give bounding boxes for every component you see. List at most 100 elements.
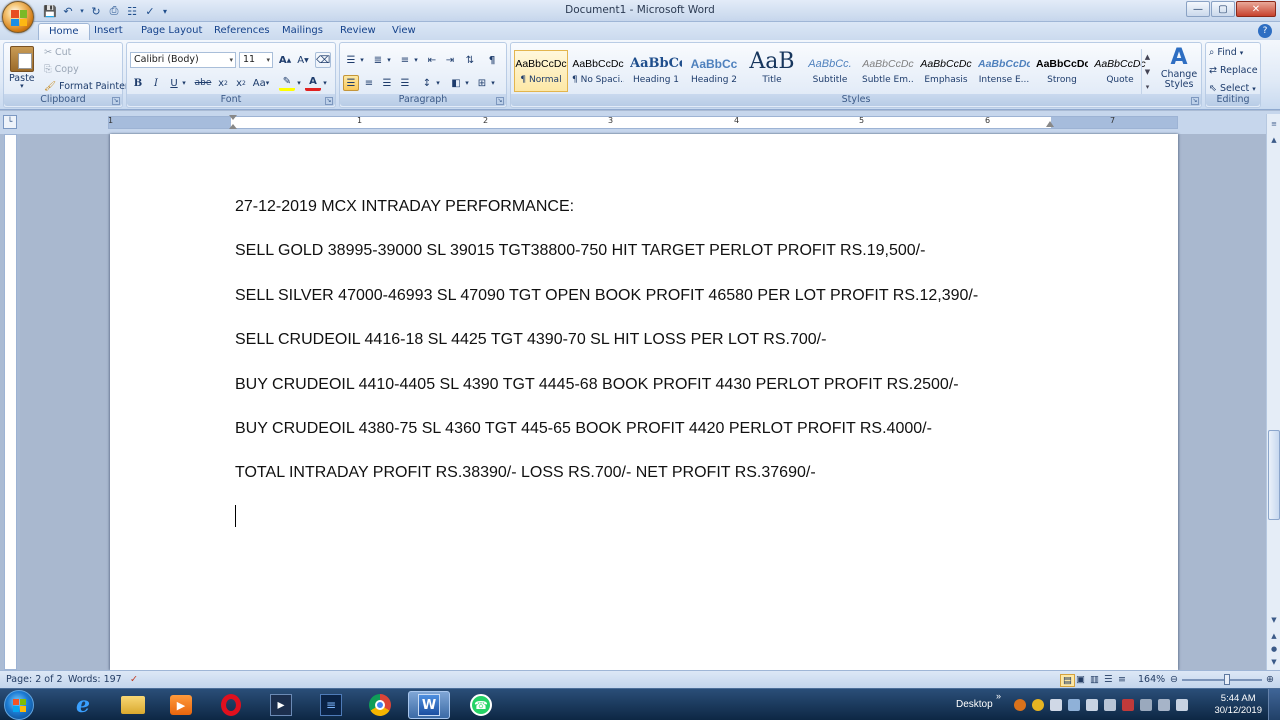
hanging-indent-marker[interactable]	[229, 124, 237, 129]
start-button[interactable]	[4, 690, 34, 720]
page-count[interactable]: Page: 2 of 2	[6, 674, 63, 685]
shading-icon[interactable]: ◧	[448, 75, 464, 91]
align-left-icon[interactable]: ☰	[343, 75, 359, 91]
styles-launcher-icon[interactable]: ↘	[1191, 97, 1199, 105]
document-page[interactable]: 27-12-2019 MCX INTRADAY PERFORMANCE: SEL…	[110, 134, 1178, 670]
borders-icon[interactable]: ⊞	[474, 75, 490, 91]
tab-references[interactable]: References	[204, 23, 280, 40]
bullets-icon[interactable]: ☰	[343, 52, 359, 68]
toolbar-expand-icon[interactable]: »	[996, 691, 1001, 701]
strikethrough-icon[interactable]: abe	[195, 75, 212, 91]
underline-dropdown-icon[interactable]: ▾	[180, 75, 188, 91]
vertical-scrollbar[interactable]: ≡ ▲ ▼ ▲ ● ▼	[1266, 114, 1280, 670]
style-normal[interactable]: AaBbCcDc ¶ Normal	[514, 50, 568, 92]
highlight-dropdown-icon[interactable]: ▾	[295, 75, 303, 91]
style-strong[interactable]: AaBbCcDc Strong	[1035, 50, 1089, 92]
style-heading-1[interactable]: AaBbCc Heading 1	[629, 50, 683, 92]
font-name-combo[interactable]: Calibri (Body) ▾	[130, 52, 236, 68]
word-count[interactable]: Words: 197	[68, 674, 122, 685]
show-desktop-button[interactable]	[1268, 689, 1280, 720]
first-line-indent-marker[interactable]	[229, 115, 237, 120]
style-subtle-emphasis[interactable]: AaBbCcDc Subtle Em...	[861, 50, 915, 92]
print-layout-view-icon[interactable]: ▤	[1060, 674, 1075, 687]
tray-app-icon[interactable]	[1032, 699, 1044, 711]
change-case-icon[interactable]: Aa ▾	[253, 75, 269, 91]
zoom-slider[interactable]	[1182, 679, 1262, 681]
office-button[interactable]	[2, 1, 34, 33]
replace-button[interactable]: ⇄ Replace	[1209, 65, 1258, 76]
ruler-toggle-icon[interactable]: ≡	[1268, 118, 1280, 130]
minimize-button[interactable]: —	[1186, 1, 1210, 17]
format-painter-button[interactable]: 🖌 Format Painter	[44, 81, 129, 92]
copy-button[interactable]: ⎘ Copy	[44, 64, 79, 75]
close-button[interactable]: ✕	[1236, 1, 1276, 17]
browse-object-icon[interactable]: ●	[1268, 643, 1280, 655]
styles-gallery-scroll[interactable]: ▲ ▼ ▾	[1141, 49, 1153, 95]
find-button[interactable]: ⌕ Find ▾	[1209, 47, 1243, 58]
whatsapp-taskbar-button[interactable]: ☎	[460, 691, 502, 719]
opera-taskbar-button[interactable]	[210, 691, 252, 719]
clock[interactable]: 5:44 AM 30/12/2019	[1214, 693, 1262, 717]
maximize-button[interactable]: ▢	[1211, 1, 1235, 17]
tab-page-layout[interactable]: Page Layout	[131, 23, 212, 40]
style-quote[interactable]: AaBbCcDc Quote	[1093, 50, 1147, 92]
right-indent-marker[interactable]	[1046, 121, 1054, 127]
app-taskbar-button[interactable]: ▸	[260, 691, 302, 719]
chevron-down-icon[interactable]: ▼	[1145, 68, 1150, 76]
bold-icon[interactable]: B	[130, 75, 146, 91]
justify-icon[interactable]: ☰	[397, 75, 413, 91]
font-color-dropdown-icon[interactable]: ▾	[321, 75, 329, 91]
horizontal-ruler[interactable]: 1 1 2 3 4 5 6 7	[108, 116, 1178, 129]
show-hide-icon[interactable]: ¶	[484, 52, 500, 68]
tab-insert[interactable]: Insert	[84, 23, 133, 40]
outline-view-icon[interactable]: ☰	[1104, 674, 1113, 685]
paste-button[interactable]: Paste ▾	[9, 46, 35, 90]
proofing-icon[interactable]: ✓	[130, 674, 138, 685]
tray-app-icon[interactable]	[1014, 699, 1026, 711]
web-layout-view-icon[interactable]: ▥	[1090, 674, 1099, 685]
shrink-font-icon[interactable]: A ▼	[295, 52, 311, 68]
tray-app-icon[interactable]	[1140, 699, 1152, 711]
style-subtitle[interactable]: AaBbCc. Subtitle	[803, 50, 857, 92]
tab-home[interactable]: Home	[38, 23, 90, 40]
multilevel-dropdown-icon[interactable]: ▾	[412, 52, 420, 68]
font-launcher-icon[interactable]: ↘	[325, 97, 333, 105]
highlight-color-icon[interactable]: ✎	[279, 75, 295, 91]
help-icon[interactable]: ?	[1258, 24, 1272, 38]
more-icon[interactable]: ▾	[1146, 83, 1150, 91]
clear-formatting-icon[interactable]: ⌫	[315, 52, 331, 68]
full-screen-view-icon[interactable]: ▣	[1076, 674, 1085, 685]
desktop-toolbar-label[interactable]: Desktop	[956, 699, 993, 710]
numbering-dropdown-icon[interactable]: ▾	[385, 52, 393, 68]
font-color-icon[interactable]: A	[305, 75, 321, 91]
borders-dropdown-icon[interactable]: ▾	[489, 75, 497, 91]
scrollbar-thumb[interactable]	[1268, 430, 1280, 520]
subscript-icon[interactable]: x2	[215, 75, 231, 91]
tab-mailings[interactable]: Mailings	[272, 23, 333, 40]
tray-app-icon[interactable]	[1122, 699, 1134, 711]
tray-app-icon[interactable]	[1050, 699, 1062, 711]
multilevel-list-icon[interactable]: ≡	[397, 52, 413, 68]
scroll-up-icon[interactable]: ▲	[1268, 134, 1280, 146]
tab-review[interactable]: Review	[330, 23, 386, 40]
line-spacing-dropdown-icon[interactable]: ▾	[434, 75, 442, 91]
style-heading-2[interactable]: AaBbCc Heading 2	[687, 50, 741, 92]
zoom-level[interactable]: 164%	[1138, 674, 1165, 685]
align-center-icon[interactable]: ≡	[361, 75, 377, 91]
change-styles-button[interactable]: A Change Styles	[1159, 46, 1199, 90]
draft-view-icon[interactable]: ≡	[1118, 674, 1126, 685]
tab-selector-button[interactable]: └	[3, 115, 17, 129]
zoom-out-icon[interactable]: ⊖	[1170, 674, 1178, 685]
paragraph-launcher-icon[interactable]: ↘	[496, 97, 504, 105]
scroll-down-icon[interactable]: ▼	[1268, 614, 1280, 626]
superscript-icon[interactable]: x2	[233, 75, 249, 91]
bullets-dropdown-icon[interactable]: ▾	[358, 52, 366, 68]
tray-app-icon[interactable]	[1086, 699, 1098, 711]
next-page-icon[interactable]: ▼	[1268, 656, 1280, 668]
chevron-up-icon[interactable]: ▲	[1145, 53, 1150, 61]
internet-explorer-taskbar-button[interactable]: e	[62, 691, 104, 719]
align-right-icon[interactable]: ☰	[379, 75, 395, 91]
increase-indent-icon[interactable]: ⇥	[442, 52, 458, 68]
app-taskbar-button[interactable]: ≡	[310, 691, 352, 719]
style-emphasis[interactable]: AaBbCcDc Emphasis	[919, 50, 973, 92]
